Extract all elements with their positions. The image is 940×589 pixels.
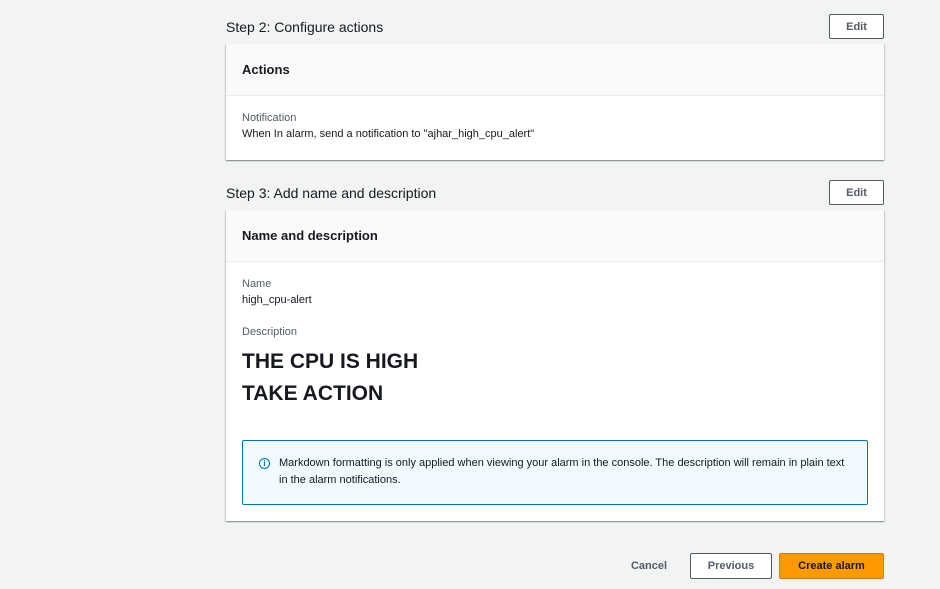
actions-card-body: Notification When In alarm, send a notif… — [226, 112, 884, 140]
step3-title: Step 3: Add name and description — [226, 184, 437, 201]
actions-card: Actions Notification When In alarm, send… — [226, 44, 884, 160]
notification-label: Notification — [242, 112, 297, 124]
info-icon: i — [259, 458, 270, 469]
notification-value: When In alarm, send a notification to "a… — [242, 128, 535, 140]
description-line-2: TAKE ACTION — [242, 382, 384, 405]
name-label: Name — [242, 278, 272, 290]
description-content: THE CPU IS HIGH TAKE ACTION — [242, 346, 868, 410]
cancel-button[interactable]: Cancel — [620, 553, 678, 579]
name-description-card: Name and description Name high_cpu-alert… — [226, 210, 884, 521]
step3-header: Step 3: Add name and description Edit — [226, 180, 884, 205]
step2-header: Step 2: Configure actions Edit — [226, 14, 884, 39]
step3-edit-button[interactable]: Edit — [829, 180, 884, 205]
create-alarm-button[interactable]: Create alarm — [779, 553, 884, 579]
step2-title: Step 2: Configure actions — [226, 18, 384, 35]
markdown-info-text: Markdown formatting is only applied when… — [279, 457, 845, 486]
markdown-info-alert: i Markdown formatting is only applied wh… — [242, 440, 868, 505]
name-description-card-body: Name high_cpu-alert Description THE CPU … — [226, 278, 884, 410]
description-line-1: THE CPU IS HIGH — [242, 350, 419, 373]
name-description-card-header: Name and description — [226, 210, 884, 262]
previous-button[interactable]: Previous — [690, 553, 772, 579]
step2-edit-button[interactable]: Edit — [829, 14, 884, 39]
name-value: high_cpu-alert — [242, 294, 312, 306]
description-label: Description — [242, 326, 298, 338]
actions-card-header: Actions — [226, 44, 884, 96]
